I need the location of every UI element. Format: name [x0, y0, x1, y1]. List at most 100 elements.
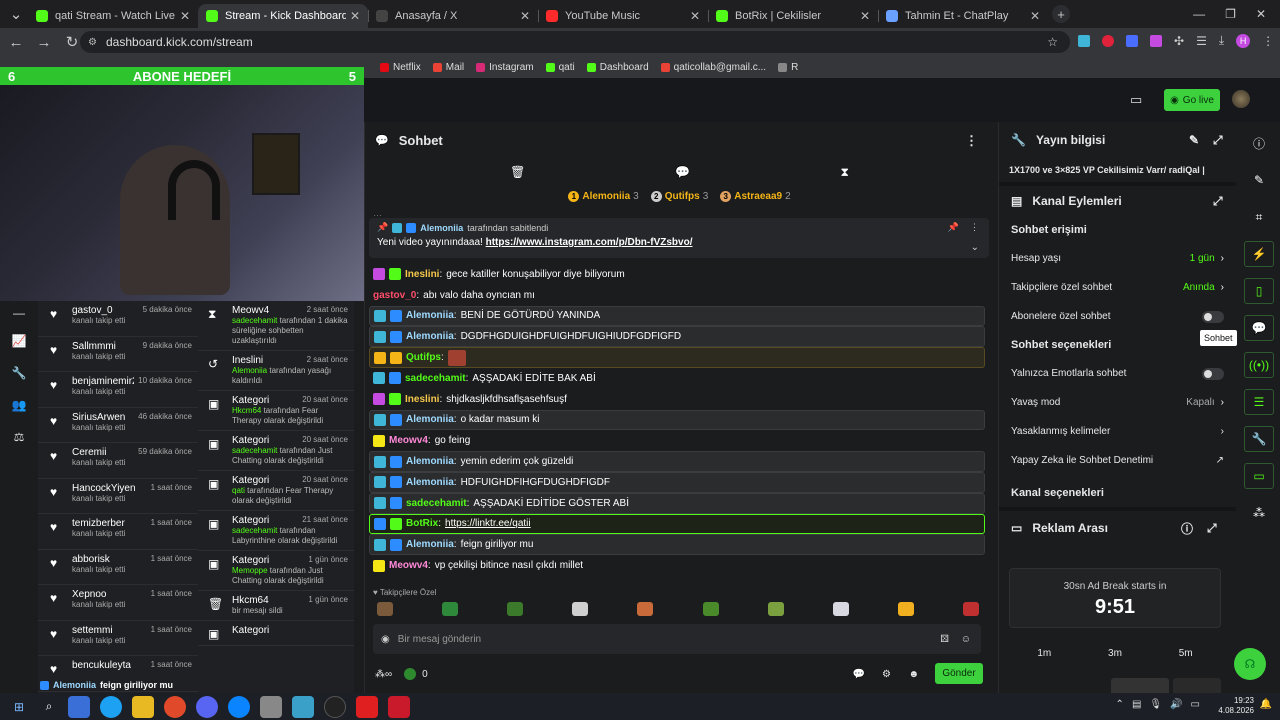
support-chat-button[interactable]: ☊	[1234, 648, 1266, 680]
pinned-menu-icon[interactable]: ⋮	[970, 222, 979, 233]
document-icon[interactable]: ▯	[1244, 278, 1274, 304]
popout-icon[interactable]: ⤢	[1207, 521, 1217, 536]
back-icon[interactable]: ←	[4, 30, 28, 54]
emotes-only-toggle[interactable]	[1202, 367, 1224, 380]
popout-icon[interactable]: ⤢	[1213, 133, 1223, 148]
downloads-icon[interactable]: ⤓	[1219, 33, 1224, 48]
activity-actor[interactable]: Hkcm64	[232, 406, 261, 415]
chevron-down-icon[interactable]: ⌄	[971, 242, 979, 253]
volume-icon[interactable]: 🔊	[1170, 699, 1182, 710]
window-icon[interactable]: ▭	[1244, 463, 1274, 489]
emote-icon[interactable]	[442, 602, 459, 616]
activity-actor[interactable]: sadecehamit	[232, 526, 277, 535]
channel-points-icon[interactable]: ⁂∞	[375, 669, 392, 680]
moderation-icon[interactable]: ⚖	[0, 421, 38, 453]
users-icon[interactable]: 👥	[0, 389, 38, 421]
account-age-row[interactable]: Hesap yaşı 1 gün ›	[999, 244, 1236, 273]
edit-icon[interactable]: ✎	[1244, 167, 1274, 193]
edit-icon[interactable]: ✎	[1189, 133, 1199, 147]
trash-icon[interactable]: 🗑	[510, 165, 525, 179]
browser-tab[interactable]: Stream - Kick Dashboard ✕	[198, 4, 368, 28]
crop-icon[interactable]: ⌗	[1244, 204, 1274, 230]
wrench-icon[interactable]: 🔧	[1244, 426, 1274, 452]
taskbar-app-icon[interactable]	[196, 695, 218, 718]
pinned-link[interactable]: https://www.instagram.com/p/Dbn-fVZsbvo/	[486, 237, 693, 248]
analytics-icon[interactable]: 📈	[0, 325, 38, 357]
restore-button[interactable]: ❐	[1225, 7, 1236, 21]
bookmark-item[interactable]: R	[778, 62, 798, 73]
start-icon[interactable]: ⊞	[8, 700, 30, 714]
follower-name[interactable]: Xepnoo	[72, 589, 106, 600]
broadcast-icon[interactable]: ((•))	[1244, 352, 1274, 378]
emote-icon[interactable]	[702, 602, 719, 616]
taskbar-app-icon[interactable]	[388, 695, 410, 718]
chat-settings-icon[interactable]: ⚙	[882, 669, 891, 680]
chat-message[interactable]: sadecehamit: AŞŞADAKİ EDİTE BAK ABİ	[369, 368, 985, 389]
emoji-icon[interactable]: ☺	[961, 634, 971, 645]
hourglass-icon[interactable]: ⧗	[841, 165, 849, 180]
leaderboard-entry[interactable]: 1 Alemoniia 3	[568, 190, 639, 202]
chat-username[interactable]: Ineslini	[405, 394, 439, 405]
tab-close-icon[interactable]: ✕	[520, 9, 530, 23]
info-icon[interactable]: ⓘ	[1244, 130, 1274, 156]
network-icon[interactable]: ▤	[1132, 699, 1141, 710]
chatplay-icon[interactable]: ⚄	[940, 634, 949, 645]
ad-duration-button[interactable]: 5m	[1179, 648, 1193, 659]
follower-name[interactable]: temizberber	[72, 518, 125, 529]
tab-close-icon[interactable]: ✕	[350, 9, 360, 23]
chat-input[interactable]: ◉ Bir mesaj gönderin ⚄ ☺	[373, 624, 981, 654]
cluster-icon[interactable]: ⁂	[1244, 500, 1274, 526]
activity-actor[interactable]: Alemoniia	[232, 366, 267, 375]
chat-message[interactable]: Ineslini: gece katiller konuşabiliyor diy…	[369, 264, 985, 285]
emote-icon[interactable]	[507, 602, 524, 616]
chat-message[interactable]: Alemoniia: HDFUIGHDFIHGFDUGHDFIGDF	[369, 471, 985, 493]
extensions-puzzle-icon[interactable]: ✣	[1174, 34, 1184, 48]
emote-icon[interactable]	[962, 602, 979, 616]
ad-action-button[interactable]	[1173, 678, 1221, 693]
bookmark-item[interactable]: qati	[545, 62, 575, 73]
chevron-up-icon[interactable]: ⌃	[1116, 699, 1124, 710]
notifications-icon[interactable]: 🔔	[1260, 699, 1272, 710]
chat-username[interactable]: Alemoniia	[406, 539, 454, 550]
tab-close-icon[interactable]: ✕	[1030, 9, 1040, 23]
popout-icon[interactable]: ⤢	[1213, 194, 1223, 209]
emote-icon[interactable]	[572, 602, 589, 616]
chat-username[interactable]: gastov_0	[373, 290, 416, 301]
chat-username[interactable]: Alemoniia	[406, 477, 454, 488]
extension-icon[interactable]	[1126, 34, 1138, 47]
new-tab-button[interactable]: +	[1052, 5, 1070, 23]
minimize-button[interactable]: —	[1193, 7, 1205, 21]
chat-username[interactable]: sadecehamit	[405, 373, 466, 384]
chat-username[interactable]: Ineslini	[405, 269, 439, 280]
chat-username[interactable]: Alemoniia	[406, 414, 454, 425]
chat-icon[interactable]: 💬	[675, 165, 690, 179]
ad-duration-button[interactable]: 1m	[1037, 648, 1051, 659]
emote-icon[interactable]	[832, 602, 849, 616]
activity-actor[interactable]: sadecehamit	[232, 446, 277, 455]
chat-message[interactable]: gastov_0: abı valo daha oyncıan mı	[369, 285, 985, 306]
taskbar-app-icon[interactable]	[292, 695, 314, 718]
chat-username[interactable]: Meowv4	[389, 435, 428, 446]
taskbar-app-icon[interactable]	[164, 695, 186, 718]
chat-message[interactable]: Alemoniia: BENİ DE GÖTÜRDÜ YANINDA	[369, 305, 985, 327]
reading-list-icon[interactable]: ☰	[1196, 34, 1207, 48]
lightning-icon[interactable]: ⚡	[1244, 241, 1274, 267]
banned-words-row[interactable]: Yasaklanmış kelimeler ›	[999, 417, 1236, 446]
chat-message[interactable]: Alemoniia: yemin ederim çok güzeldi	[369, 451, 985, 472]
collapse-icon[interactable]: —	[0, 301, 38, 325]
chat-message[interactable]: BotRix: https://linktr.ee/qatii	[369, 513, 985, 535]
chat-message[interactable]: Meowv4: go feing	[369, 430, 985, 451]
bookmark-item[interactable]: Netflix	[380, 62, 421, 73]
taskbar-app-icon[interactable]	[228, 695, 250, 718]
extension-icon[interactable]	[1150, 34, 1162, 47]
emote-icon[interactable]	[637, 602, 654, 616]
follower-name[interactable]: abborisk	[72, 554, 110, 565]
unpin-icon[interactable]: 📌	[948, 222, 959, 233]
chat-username[interactable]: sadecehamit	[406, 498, 467, 509]
follower-name[interactable]: Sallmmmi	[72, 341, 116, 352]
close-window-button[interactable]: ✕	[1256, 7, 1266, 21]
clock[interactable]: 19:23 4.08.2026	[1218, 696, 1254, 716]
profile-avatar[interactable]: H	[1236, 33, 1251, 48]
bookmark-item[interactable]: Mail	[432, 62, 464, 73]
chat-username[interactable]: Meowv4	[389, 560, 428, 571]
